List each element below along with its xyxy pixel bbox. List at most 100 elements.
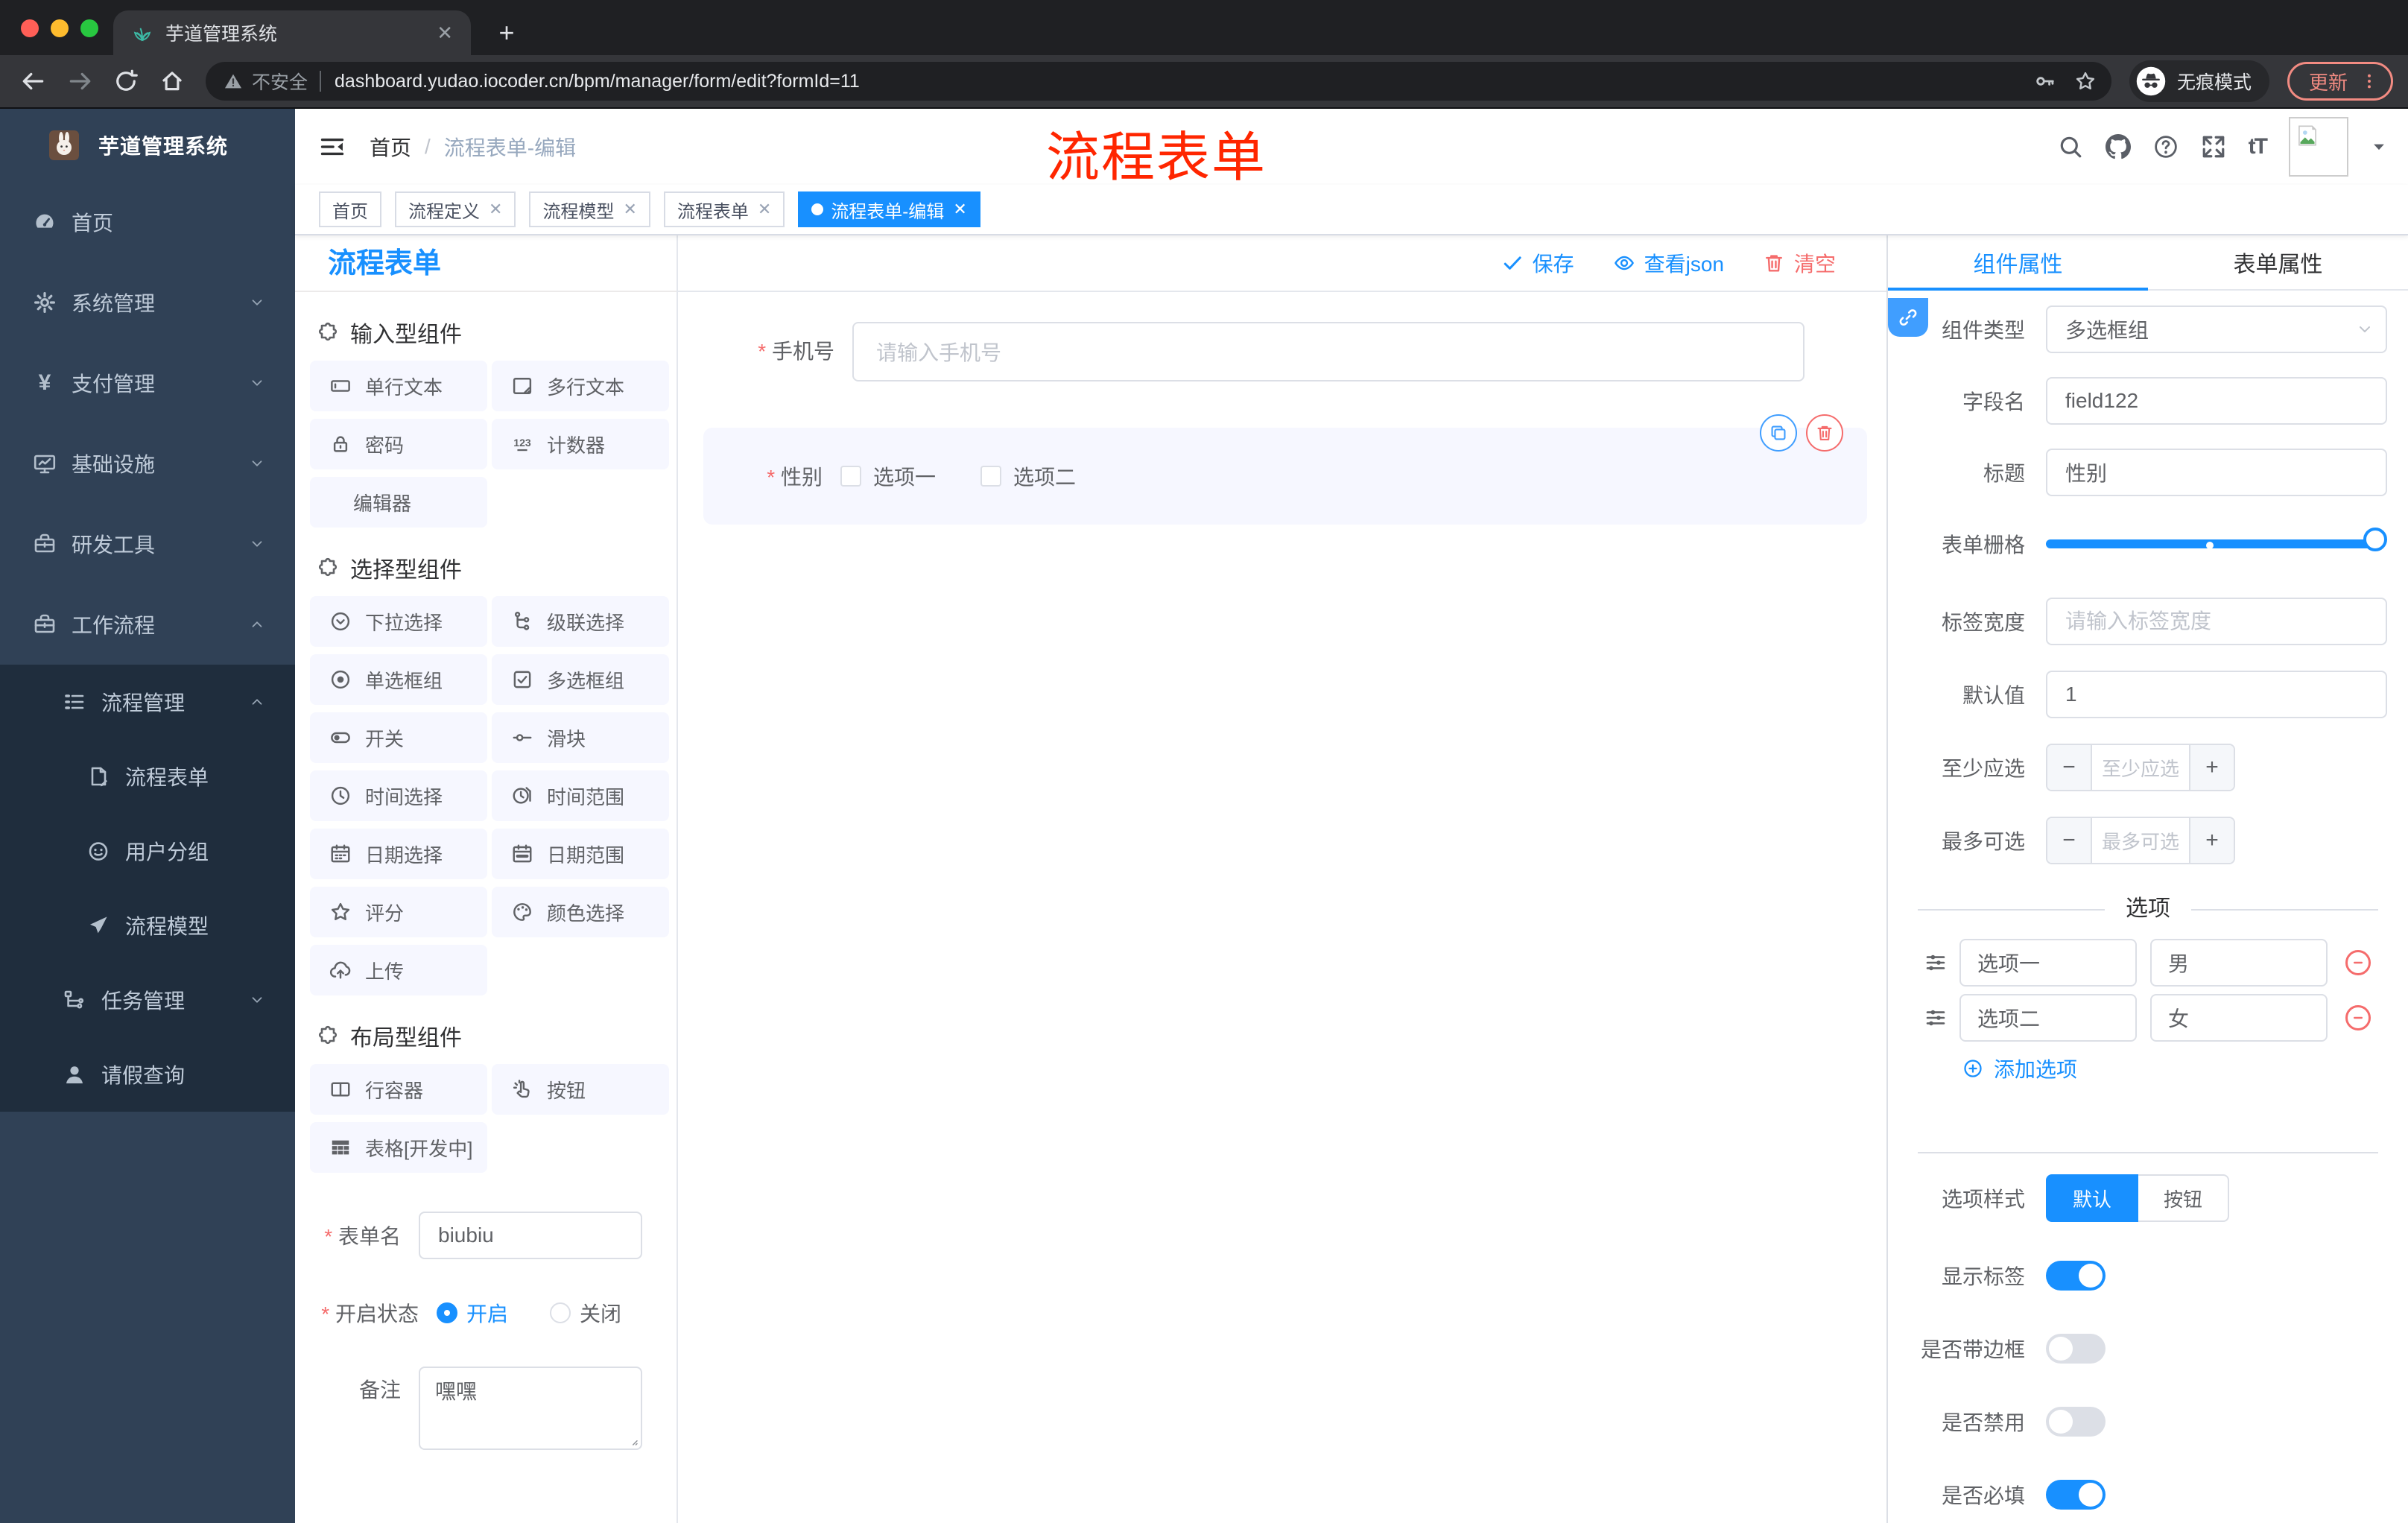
- increase-button[interactable]: +: [2189, 818, 2234, 863]
- tag-close-icon[interactable]: ✕: [953, 200, 966, 219]
- palette-chip-多行文本[interactable]: 多行文本: [492, 361, 669, 411]
- palette-chip-评分[interactable]: 评分: [310, 887, 487, 937]
- update-button[interactable]: 更新: [2287, 62, 2393, 101]
- palette-chip-时间选择[interactable]: 时间选择: [310, 770, 487, 821]
- tag-view-流程表单-编辑[interactable]: 流程表单-编辑 ✕: [798, 191, 980, 227]
- toggle-switch-是否带边框[interactable]: [2046, 1334, 2106, 1364]
- back-icon[interactable]: [21, 69, 46, 94]
- palette-chip-按钮[interactable]: 按钮: [492, 1064, 669, 1115]
- delete-component-button[interactable]: [1806, 414, 1843, 452]
- sidebar-item-用户分组[interactable]: 用户分组: [0, 814, 295, 888]
- address-bar[interactable]: 不安全 dashboard.yudao.iocoder.cn/bpm/manag…: [206, 62, 2111, 101]
- min-select-placeholder[interactable]: 至少应选: [2092, 745, 2189, 790]
- option-style-default[interactable]: 默认: [2046, 1174, 2139, 1222]
- component-type-select[interactable]: [2046, 305, 2387, 353]
- tag-close-icon[interactable]: ✕: [623, 200, 636, 219]
- link-badge[interactable]: [1888, 298, 1928, 337]
- palette-chip-级联选择[interactable]: 级联选择: [492, 596, 669, 647]
- resize-handle-icon[interactable]: [621, 1429, 639, 1447]
- tab-form-props[interactable]: 表单属性: [2148, 235, 2408, 289]
- tag-view-流程表单[interactable]: 流程表单 ✕: [663, 191, 785, 227]
- reload-icon[interactable]: [113, 69, 139, 94]
- tab-close-icon[interactable]: ✕: [434, 22, 456, 45]
- tag-view-流程模型[interactable]: 流程模型 ✕: [529, 191, 650, 227]
- checkbox-option-选项一[interactable]: 选项一: [840, 461, 936, 491]
- key-icon[interactable]: [2034, 70, 2056, 92]
- palette-chip-开关[interactable]: 开关: [310, 712, 487, 763]
- palette-chip-行容器[interactable]: 行容器: [310, 1064, 487, 1115]
- minimize-window-button[interactable]: [51, 19, 69, 37]
- form-name-input[interactable]: [419, 1212, 642, 1259]
- bookmark-star-icon[interactable]: [2074, 70, 2097, 92]
- grid-slider[interactable]: [2046, 520, 2387, 568]
- title-input[interactable]: [2046, 449, 2387, 496]
- palette-chip-滑块[interactable]: 滑块: [492, 712, 669, 763]
- hamburger-icon[interactable]: [319, 133, 346, 160]
- checkbox-box[interactable]: [980, 466, 1002, 487]
- copy-component-button[interactable]: [1760, 414, 1797, 452]
- option-value-input[interactable]: [2150, 939, 2328, 987]
- sidebar-logo[interactable]: 芋道管理系统: [0, 109, 295, 182]
- sidebar-item-支付管理[interactable]: ¥ 支付管理: [0, 343, 295, 423]
- palette-chip-多选框组[interactable]: 多选框组: [492, 654, 669, 705]
- save-button[interactable]: 保存: [1501, 248, 1574, 278]
- status-off-radio[interactable]: [550, 1302, 571, 1323]
- sidebar-item-系统管理[interactable]: 系统管理: [0, 262, 295, 343]
- tag-view-流程定义[interactable]: 流程定义 ✕: [395, 191, 516, 227]
- forward-icon[interactable]: [67, 69, 92, 94]
- url-text[interactable]: dashboard.yudao.iocoder.cn/bpm/manager/f…: [335, 71, 2016, 92]
- font-size-icon[interactable]: tT: [2249, 134, 2268, 159]
- sidebar-item-工作流程[interactable]: 工作流程: [0, 584, 295, 665]
- avatar[interactable]: [2289, 117, 2348, 177]
- tab-component-props[interactable]: 组件属性: [1888, 235, 2148, 289]
- option-style-button[interactable]: 按钮: [2138, 1174, 2230, 1222]
- tag-view-首页[interactable]: 首页: [319, 191, 381, 227]
- slider-thumb[interactable]: [2363, 528, 2387, 551]
- palette-chip-上传[interactable]: 上传: [310, 945, 487, 995]
- sidebar-item-研发工具[interactable]: 研发工具: [0, 504, 295, 584]
- menu-dots-icon[interactable]: [2360, 72, 2379, 91]
- home-icon[interactable]: [159, 69, 185, 94]
- new-tab-button[interactable]: +: [489, 15, 525, 51]
- palette-chip-单选框组[interactable]: 单选框组: [310, 654, 487, 705]
- tag-close-icon[interactable]: ✕: [758, 200, 771, 219]
- add-option-button[interactable]: 添加选项: [1962, 1054, 2387, 1083]
- option-value-input[interactable]: [2150, 994, 2328, 1042]
- view-json-button[interactable]: 查看json: [1613, 248, 1724, 278]
- gender-field-selected[interactable]: 性别 选项一 选项二: [703, 414, 1867, 525]
- sidebar-item-基础设施[interactable]: 基础设施: [0, 423, 295, 504]
- decrease-button[interactable]: −: [2047, 745, 2092, 790]
- palette-chip-密码[interactable]: 密码: [310, 419, 487, 469]
- sidebar-item-请假查询[interactable]: 请假查询: [0, 1037, 295, 1112]
- phone-field-input[interactable]: 请输入手机号: [852, 322, 1805, 381]
- search-icon[interactable]: [2058, 134, 2083, 159]
- option-label-input[interactable]: [1959, 939, 2137, 987]
- zoom-window-button[interactable]: [80, 19, 98, 37]
- sidebar-item-流程表单[interactable]: 流程表单: [0, 739, 295, 814]
- status-on-label[interactable]: 开启: [466, 1298, 508, 1328]
- increase-button[interactable]: +: [2189, 745, 2234, 790]
- tag-close-icon[interactable]: ✕: [489, 200, 502, 219]
- palette-chip-表格[开发中][interactable]: 表格[开发中]: [310, 1122, 487, 1173]
- palette-chip-日期选择[interactable]: 日期选择: [310, 829, 487, 879]
- help-icon[interactable]: [2153, 134, 2179, 159]
- sidebar-item-首页[interactable]: 首页: [0, 182, 295, 262]
- component-type-value[interactable]: [2046, 305, 2387, 353]
- palette-chip-单行文本[interactable]: 单行文本: [310, 361, 487, 411]
- toggle-switch-是否禁用[interactable]: [2046, 1407, 2106, 1437]
- status-off-label[interactable]: 关闭: [580, 1298, 621, 1328]
- palette-chip-编辑器[interactable]: 编辑器: [310, 477, 487, 528]
- remove-option-button[interactable]: [2345, 1005, 2371, 1030]
- palette-chip-下拉选择[interactable]: 下拉选择: [310, 596, 487, 647]
- browser-tab[interactable]: 芋道管理系统 ✕: [113, 10, 471, 55]
- window-controls[interactable]: [21, 19, 98, 37]
- palette-chip-计数器[interactable]: 123 计数器: [492, 419, 669, 469]
- palette-chip-时间范围[interactable]: 时间范围: [492, 770, 669, 821]
- toggle-switch-是否必填[interactable]: [2046, 1480, 2106, 1510]
- option-label-input[interactable]: [1959, 994, 2137, 1042]
- github-icon[interactable]: [2105, 134, 2131, 159]
- close-window-button[interactable]: [21, 19, 39, 37]
- checkbox-option-选项二[interactable]: 选项二: [980, 461, 1076, 491]
- toggle-switch-显示标签[interactable]: [2046, 1261, 2106, 1291]
- status-on-radio[interactable]: [437, 1302, 457, 1323]
